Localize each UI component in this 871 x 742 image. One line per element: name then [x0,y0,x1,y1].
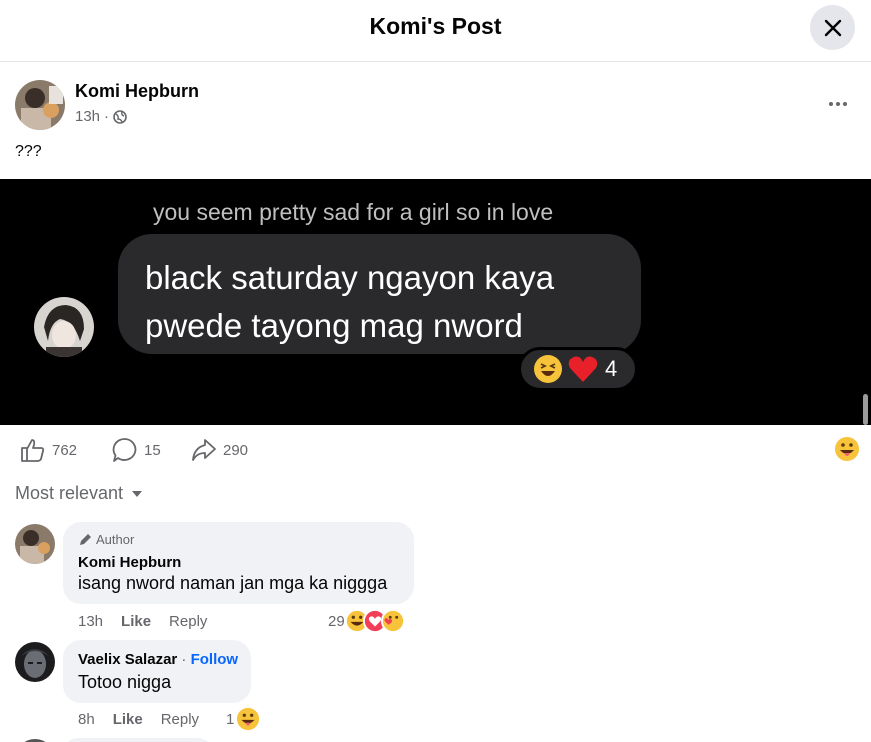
comment-header: Vaelix Salazar · Follow [78,651,238,668]
media-message: black saturday ngayon kaya pwede tayong … [145,254,554,350]
author-badge-label: Author [96,532,135,547]
page-title: Komi's Post [369,13,502,39]
more-dot [843,102,847,106]
share-icon [192,439,216,461]
comment-time[interactable]: 8h [78,711,95,728]
post-author-name[interactable]: Komi Hepburn [75,81,199,102]
media-top-text: you seem pretty sad for a girl so in lov… [153,199,554,225]
comment-avatar[interactable] [15,642,55,682]
tongue-emoji-icon [237,707,260,731]
media-message-line: pwede tayong mag nword [145,307,523,344]
more-options-button[interactable] [822,90,854,118]
more-dot [836,102,840,106]
comment-reply-button[interactable]: Reply [169,613,207,630]
like-action[interactable]: 762 [20,437,77,463]
comment-action[interactable]: 15 [112,437,161,463]
comment-sort-dropdown[interactable]: Most relevant [15,483,143,504]
media-message-line: black saturday ngayon kaya [145,259,555,296]
caret-down-icon [132,490,143,497]
comment-reactions[interactable]: 1 [226,707,260,731]
comment-icon [112,438,137,462]
name-separator: · [181,651,187,668]
comment-actions: 8h Like Reply [78,711,199,728]
comment-like-button[interactable]: Like [121,613,151,630]
care-reaction-icon [380,609,405,633]
meta-separator: · [104,108,110,125]
tongue-emoji-icon[interactable] [834,436,860,462]
comment-reaction-count: 1 [226,710,235,728]
heart-icon [568,356,598,382]
dialog-header: Komi's Post [0,0,871,62]
comment-text: isang nword naman jan mga ka niggga [78,573,388,593]
comment-reactions[interactable]: 29 [328,609,405,633]
sort-label: Most relevant [15,483,124,503]
comment-bubble [63,738,213,742]
close-icon [824,19,841,36]
comment-reaction-count: 29 [328,612,345,630]
post-caption: ??? [15,143,42,160]
more-dot [829,102,833,106]
media-avatar [34,297,94,357]
comment-actions: 13h Like Reply [78,613,207,630]
author-badge: Author [78,532,134,547]
comment-avatar[interactable] [15,524,55,564]
comment-bubble: Vaelix Salazar · Follow Totoo nigga [63,640,251,703]
globe-icon [113,109,127,124]
laughing-emoji-icon [534,355,562,383]
post-author-avatar[interactable] [15,80,65,130]
comment-author-name[interactable]: Komi Hepburn [78,554,181,571]
share-action[interactable]: 290 [191,437,248,463]
comment-bubble: Author Komi Hepburn isang nword naman ja… [63,522,414,604]
comment-time[interactable]: 13h [78,613,103,630]
thumbs-up-icon [21,439,45,462]
media-reactions: 4 [518,347,638,391]
media-reaction-count: 4 [605,356,618,381]
comment-text: Totoo nigga [78,672,172,692]
follow-button[interactable]: Follow [191,651,239,668]
like-count: 762 [52,441,78,459]
comment-author-name[interactable]: Vaelix Salazar [78,651,177,668]
comment-like-button[interactable]: Like [113,711,143,728]
share-count: 290 [223,441,249,459]
post-media[interactable]: you seem pretty sad for a girl so in lov… [0,179,871,425]
close-button[interactable] [810,5,855,50]
pencil-icon [80,533,91,545]
comment-reply-button[interactable]: Reply [161,711,199,728]
media-scrollbar[interactable] [863,394,868,425]
post-time[interactable]: 13h [75,108,100,125]
post-meta: 13h · [75,108,127,125]
comment-count: 15 [144,441,161,459]
